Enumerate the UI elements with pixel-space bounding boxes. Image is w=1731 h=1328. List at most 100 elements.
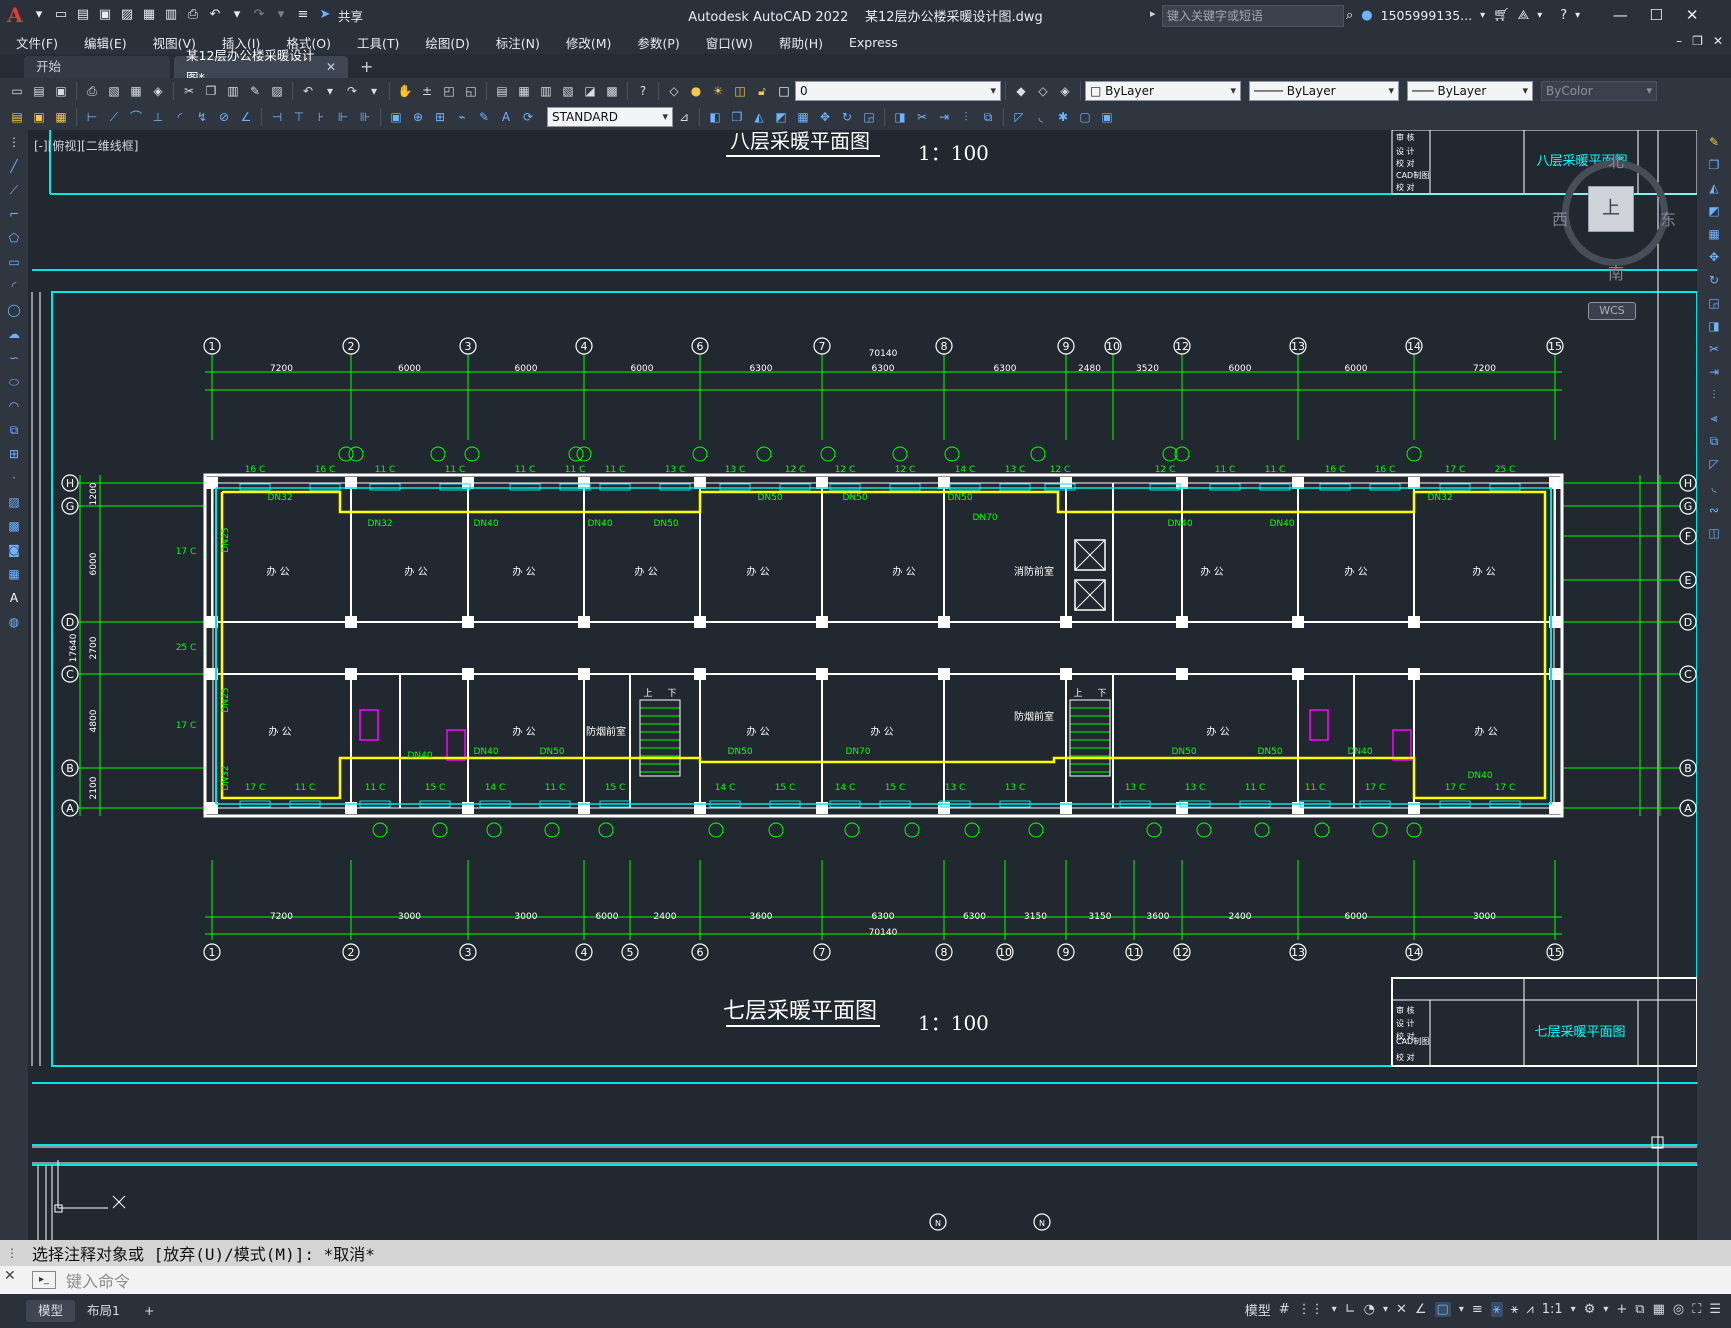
join-icon[interactable]: ⧉ — [979, 108, 997, 126]
extend-icon[interactable]: ⇥ — [935, 108, 953, 126]
match-properties-icon[interactable]: ✎ — [246, 82, 264, 100]
block-icon[interactable]: ▤ — [8, 108, 26, 126]
close-icon[interactable]: ✕ — [1678, 6, 1706, 24]
extend-icon[interactable]: ⇥ — [1705, 363, 1723, 381]
viewcube-north[interactable]: 北 — [1608, 148, 1624, 172]
annotation-scale-value[interactable]: 1:1 — [1542, 1302, 1563, 1317]
zoom-window-icon[interactable]: ◰ — [440, 82, 458, 100]
region-icon[interactable]: ◙ — [5, 541, 23, 559]
menu-parametric[interactable]: 参数(P) — [621, 33, 689, 52]
workspace-dropdown-icon[interactable]: ▾ — [1603, 1304, 1608, 1315]
plot-icon[interactable]: ⎙ — [184, 6, 202, 24]
publish-icon[interactable]: ▦ — [127, 82, 145, 100]
text-style-dropdown[interactable]: STANDARD — [547, 107, 673, 127]
isodraft-icon[interactable]: ✕ — [1396, 1302, 1407, 1317]
help-dropdown-icon[interactable]: ▾ — [1575, 10, 1580, 21]
dim-style-icon[interactable]: ⊿ — [675, 108, 693, 126]
rotate-icon[interactable]: ↻ — [1705, 271, 1723, 289]
construction-line-icon[interactable]: ⟋ — [5, 181, 23, 199]
menu-edit[interactable]: 编辑(E) — [68, 33, 137, 52]
radius-dim-icon[interactable]: ◜ — [171, 108, 189, 126]
cart-icon[interactable]: 🛒︎ — [1493, 8, 1510, 23]
save-icon[interactable]: ▣ — [52, 82, 70, 100]
layer-freeze-icon[interactable]: ☀ — [709, 82, 727, 100]
ortho-icon[interactable]: ∟ — [1345, 1302, 1356, 1317]
polar-icon[interactable]: ◔ — [1364, 1302, 1375, 1317]
tab-close-icon[interactable]: ✕ — [326, 56, 336, 78]
new-tab-button[interactable]: + — [352, 56, 381, 78]
drawing-canvas[interactable]: 八层采暖平面图 1：100 七层采暖平面图 1：100 八层采暖平面图 七层采暖… — [28, 130, 1697, 1240]
snap-dropdown-icon[interactable]: ▾ — [1332, 1304, 1337, 1315]
aligned-dim-icon[interactable]: ⟋ — [105, 108, 123, 126]
stretch-icon[interactable]: ◨ — [1705, 317, 1723, 335]
doc-minimize-icon[interactable]: – — [1676, 34, 1682, 48]
osnap-dropdown-icon[interactable]: ▾ — [1459, 1304, 1464, 1315]
annotation-visibility-icon[interactable]: ⚹ — [1490, 1302, 1503, 1317]
break-icon[interactable]: ⫶ — [957, 108, 975, 126]
auto-scale-icon[interactable]: ⚹ — [1511, 1302, 1519, 1317]
pan-icon[interactable]: ✋ — [396, 82, 414, 100]
mirror-icon[interactable]: ◭ — [1705, 179, 1723, 197]
undo-dropdown-icon[interactable]: ▾ — [321, 82, 339, 100]
color-dropdown[interactable]: □ ByLayer — [1085, 81, 1241, 101]
fillet-icon[interactable]: ◟ — [1032, 108, 1050, 126]
group-icon[interactable]: ▢ — [1076, 108, 1094, 126]
search-icon[interactable]: ⌕ — [1346, 8, 1353, 23]
zoom-realtime-icon[interactable]: ± — [418, 82, 436, 100]
help-icon[interactable]: ? — [1560, 8, 1567, 23]
viewcube[interactable]: 北 西 东 南 上 — [1552, 148, 1676, 283]
save-as-icon[interactable]: ▨ — [118, 6, 136, 24]
wblock-icon[interactable]: ▦ — [52, 108, 70, 126]
osnap-icon[interactable]: ▢ — [1434, 1302, 1451, 1317]
gradient-icon[interactable]: ▩ — [5, 517, 23, 535]
polyline-icon[interactable]: ⌐ — [5, 205, 23, 223]
ungroup-icon[interactable]: ▣ — [1098, 108, 1116, 126]
plot-preview-icon[interactable]: ▧ — [105, 82, 123, 100]
redo-dropdown-icon[interactable]: ▾ — [365, 82, 383, 100]
ordinate-dim-icon[interactable]: ⊥ — [149, 108, 167, 126]
scale-icon[interactable]: ◲ — [1705, 294, 1723, 312]
explode-icon[interactable]: ✱ — [1054, 108, 1072, 126]
doc-close-icon[interactable]: ✕ — [1713, 34, 1723, 48]
trim-icon[interactable]: ✂ — [913, 108, 931, 126]
linear-dim-icon[interactable]: ⊢ — [83, 108, 101, 126]
copy-object-icon[interactable]: ❐ — [728, 108, 746, 126]
layer-states-icon[interactable]: ◈ — [1056, 82, 1074, 100]
a360-icon[interactable]: ⟁ — [1518, 8, 1530, 23]
linetype-dropdown[interactable]: ──── ByLayer — [1249, 81, 1399, 101]
properties-icon[interactable]: ▤ — [493, 82, 511, 100]
snap-icon[interactable]: ⋮⋮ — [1298, 1302, 1324, 1317]
menu-modify[interactable]: 修改(M) — [550, 33, 622, 52]
dim-edit-icon[interactable]: ✎ — [475, 108, 493, 126]
menu-draw[interactable]: 绘图(D) — [409, 33, 479, 52]
point-icon[interactable]: · — [5, 469, 23, 487]
command-input[interactable]: 键入命令 — [56, 1268, 130, 1292]
redo-icon[interactable]: ↷ — [250, 6, 268, 24]
tab-start[interactable]: 开始 — [24, 56, 170, 78]
plotstyle-dropdown[interactable]: ByColor — [1541, 81, 1657, 101]
arc-icon[interactable]: ◜ — [5, 277, 23, 295]
doc-restore-icon[interactable]: ❐ — [1692, 34, 1703, 48]
viewcube-east[interactable]: 东 — [1660, 206, 1676, 230]
recent-commands-icon[interactable]: ▸_ — [32, 1271, 56, 1289]
explode-icon[interactable]: ◫ — [1705, 524, 1723, 542]
quick-dim-icon[interactable]: ⊣ — [268, 108, 286, 126]
customize-qat-icon[interactable]: ≡ — [294, 6, 312, 24]
open-icon[interactable]: ▤ — [30, 82, 48, 100]
open-web-icon[interactable]: ▦ — [140, 6, 158, 24]
tolerance-icon[interactable]: ▣ — [387, 108, 405, 126]
move-icon[interactable]: ✥ — [816, 108, 834, 126]
fillet-icon[interactable]: ◟ — [1705, 478, 1723, 496]
undo-icon[interactable]: ↶ — [206, 6, 224, 24]
help-icon[interactable]: ? — [634, 82, 652, 100]
grid-icon[interactable]: # — [1279, 1302, 1290, 1317]
menu-tools[interactable]: 工具(T) — [341, 33, 409, 52]
user-dropdown-icon[interactable]: ▾ — [1480, 10, 1485, 21]
layer-previous-icon[interactable]: ◇ — [1034, 82, 1052, 100]
ellipse-arc-icon[interactable]: ◠ — [5, 397, 23, 415]
insert-block-icon[interactable]: ▣ — [30, 108, 48, 126]
menu-dimension[interactable]: 标注(N) — [480, 33, 550, 52]
rectangle-icon[interactable]: ▭ — [5, 253, 23, 271]
viewcube-south[interactable]: 南 — [1608, 260, 1624, 284]
baseline-dim-icon[interactable]: ⊤ — [290, 108, 308, 126]
